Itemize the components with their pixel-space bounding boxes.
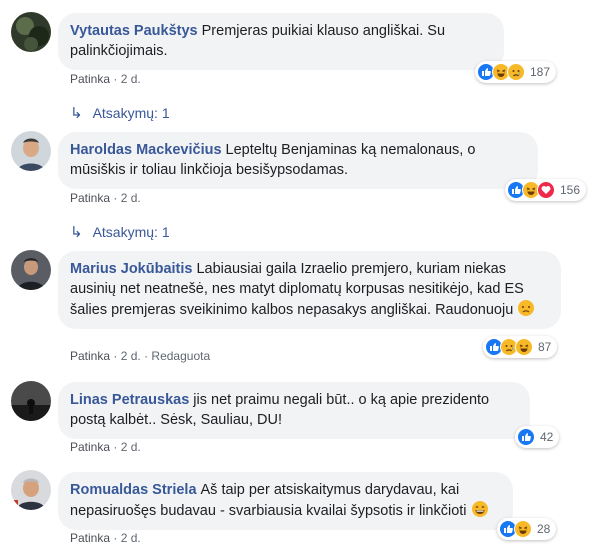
comment-time[interactable]: 2 d. [121,349,141,363]
sad-face-emoji-icon [517,299,535,317]
reactions-summary[interactable]: 156 [505,179,587,201]
like-link[interactable]: Patinka [70,72,110,86]
replies-link[interactable]: ↳ Atsakymų: 1 [70,104,170,122]
reaction-count: 87 [538,340,552,354]
comment-meta: Patinka · 2 d. · Redaguota [70,349,210,363]
comment-author[interactable]: Vytautas Paukštys [70,23,198,39]
reaction-count: 187 [530,65,551,79]
comment-bubble: Haroldas Mackevičius Lepteltų Benjaminas … [58,132,538,189]
separator: · [113,440,118,454]
comment-bubble: Romualdas Striela Aš taip per atsiskaitym… [58,472,513,530]
sad-icon [507,63,525,81]
comment-author[interactable]: Romualdas Striela [70,482,197,498]
replies-link[interactable]: ↳ Atsakymų: 1 [70,223,170,241]
comment-time[interactable]: 2 d. [121,191,141,205]
separator: · [113,191,118,205]
grin-emoji-icon [471,500,489,518]
avatar[interactable] [11,131,51,171]
replies-label: Atsakymų: 1 [92,224,170,240]
like-link[interactable]: Patinka [70,191,110,205]
reactions-summary[interactable]: 42 [515,426,560,448]
comment-time[interactable]: 2 d. [121,72,141,86]
reply-arrow-icon: ↳ [70,224,83,241]
reactions-summary[interactable]: 87 [483,336,558,358]
reactions-summary[interactable]: 187 [475,61,557,83]
avatar[interactable] [11,470,51,510]
comment-author[interactable]: Haroldas Mackevičius [70,142,222,158]
comment-bubble: Linas Petrauskas jis net praimu negali bū… [58,382,530,439]
like-link[interactable]: Patinka [70,531,110,545]
reactions-summary[interactable]: 28 [497,518,557,540]
love-icon [537,181,555,199]
avatar[interactable] [11,12,51,52]
comment-bubble: Marius Jokūbaitis Labiausiai gaila Izrael… [58,251,561,329]
comment-meta: Patinka · 2 d. [70,531,141,545]
edited-label[interactable]: Redaguota [151,349,210,363]
comment-author[interactable]: Linas Petrauskas [70,392,189,408]
comment-meta: Patinka · 2 d. [70,440,141,454]
like-link[interactable]: Patinka [70,349,110,363]
reaction-count: 28 [537,522,551,536]
comment-author[interactable]: Marius Jokūbaitis [70,261,192,277]
comment-time[interactable]: 2 d. [121,531,141,545]
like-link[interactable]: Patinka [70,440,110,454]
replies-label: Atsakymų: 1 [92,105,170,121]
reaction-count: 156 [560,183,581,197]
haha-icon [514,520,532,538]
separator: · [113,72,118,86]
separator: · [113,531,118,545]
like-icon [517,428,535,446]
comment-time[interactable]: 2 d. [121,440,141,454]
reply-arrow-icon: ↳ [70,105,83,122]
separator: · [144,349,149,363]
avatar[interactable] [11,381,51,421]
comment-meta: Patinka · 2 d. [70,191,141,205]
reaction-count: 42 [540,430,554,444]
separator: · [113,349,118,363]
haha-icon [515,338,533,356]
avatar[interactable] [11,250,51,290]
comment-bubble: Vytautas Paukštys Premjeras puikiai klaus… [58,13,504,70]
comment-meta: Patinka · 2 d. [70,72,141,86]
